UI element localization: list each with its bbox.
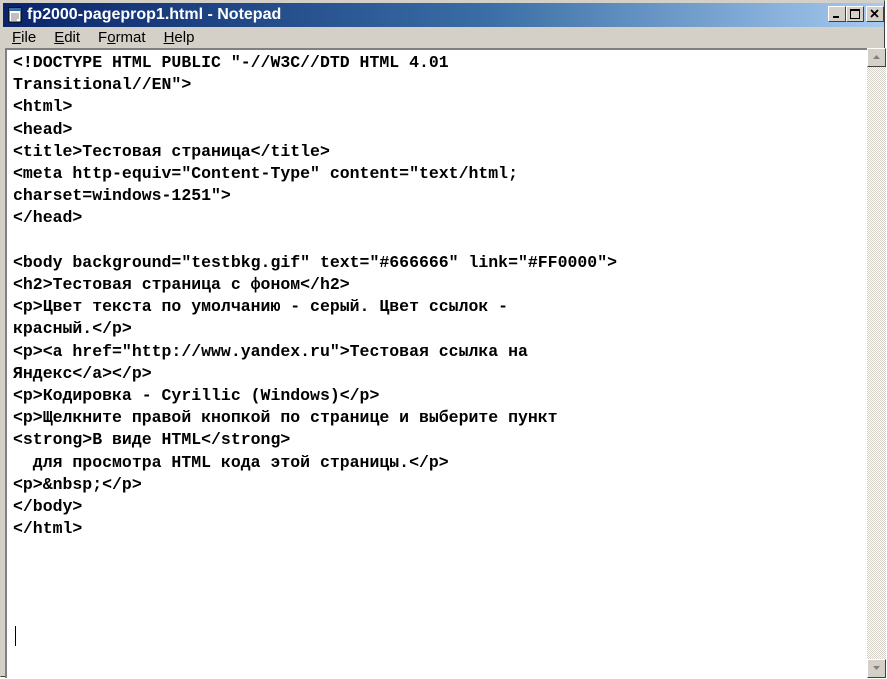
maximize-icon	[850, 9, 860, 19]
title-bar[interactable]: fp2000-pageprop1.html - Notepad	[3, 3, 884, 27]
window-title: fp2000-pageprop1.html - Notepad	[27, 6, 282, 23]
menu-format[interactable]: Format	[89, 28, 155, 48]
notepad-icon[interactable]	[7, 7, 23, 23]
menu-bar: File Edit Format Help	[3, 28, 884, 48]
arrow-down-icon	[873, 666, 880, 670]
notepad-window: fp2000-pageprop1.html - Notepad File Edi…	[0, 0, 886, 678]
caption-buttons	[828, 6, 884, 22]
text-caret	[15, 626, 16, 646]
maximize-button[interactable]	[846, 6, 864, 22]
document-text[interactable]: <!DOCTYPE HTML PUBLIC "-//W3C//DTD HTML …	[13, 52, 617, 540]
minimize-icon	[833, 16, 839, 18]
menu-edit[interactable]: Edit	[45, 28, 89, 48]
text-editor[interactable]: <!DOCTYPE HTML PUBLIC "-//W3C//DTD HTML …	[5, 48, 867, 678]
arrow-up-icon	[873, 55, 880, 59]
scroll-up-button[interactable]	[867, 48, 886, 67]
scroll-down-button[interactable]	[867, 659, 886, 678]
menu-file[interactable]: File	[3, 28, 45, 48]
minimize-button[interactable]	[828, 6, 846, 22]
menu-help[interactable]: Help	[155, 28, 204, 48]
vertical-scrollbar[interactable]	[867, 48, 886, 678]
close-button[interactable]	[866, 6, 884, 22]
close-icon	[870, 9, 879, 18]
